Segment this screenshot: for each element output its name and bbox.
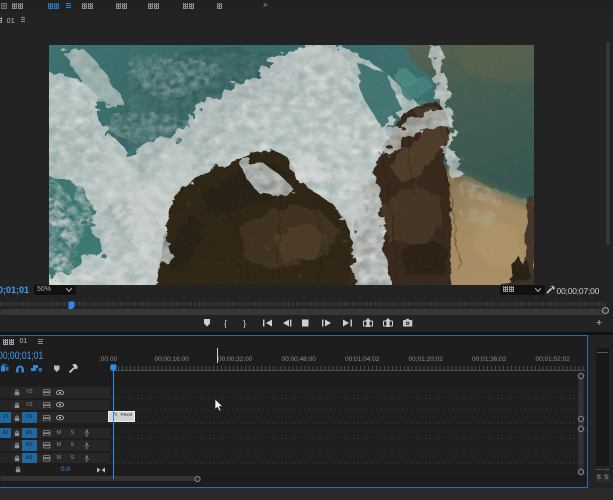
svg-text:{: { bbox=[224, 319, 227, 329]
svg-text:}: } bbox=[243, 319, 246, 329]
